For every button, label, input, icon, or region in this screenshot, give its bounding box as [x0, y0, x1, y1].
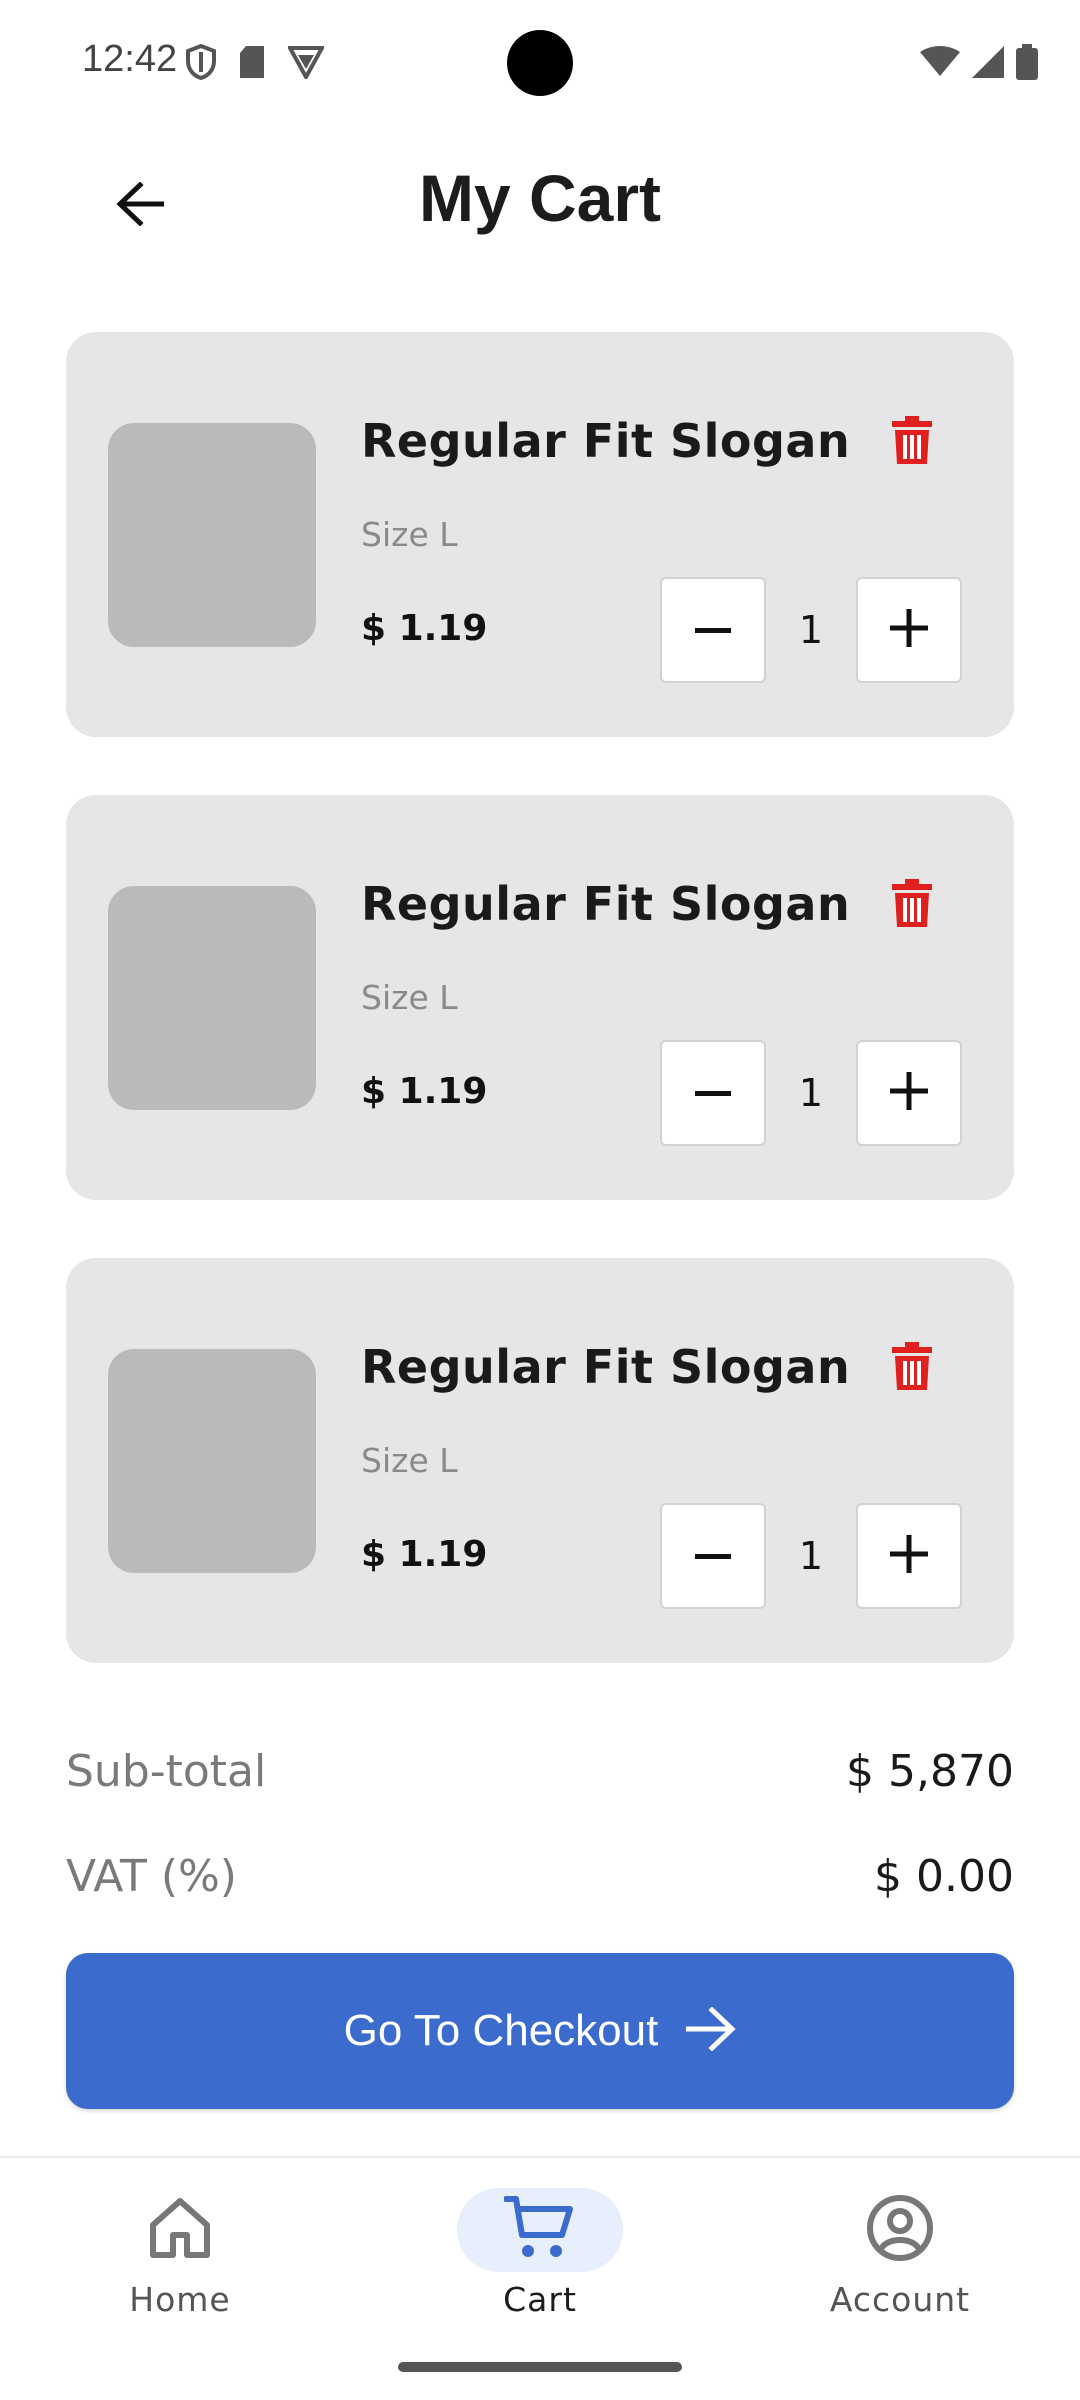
plus-icon [890, 608, 928, 652]
arrow-right-icon [685, 2005, 736, 2056]
minus-icon [695, 1547, 731, 1565]
nav-icon-wrap [457, 2188, 623, 2272]
product-thumbnail[interactable] [108, 423, 316, 647]
nav-icon-wrap [97, 2188, 263, 2272]
product-thumbnail[interactable] [108, 1349, 316, 1573]
increase-quantity-button[interactable] [856, 1503, 962, 1609]
nav-icon-wrap [817, 2188, 983, 2272]
product-name: Regular Fit Slogan [361, 1340, 851, 1394]
page-title: My Cart [418, 161, 662, 235]
quantity-stepper: 1 [660, 577, 962, 683]
home-icon [145, 2193, 215, 2268]
trash-icon [892, 878, 932, 932]
vat-label: VAT (%) [66, 1851, 237, 1902]
increase-quantity-button[interactable] [856, 577, 962, 683]
status-icons-right [920, 44, 1038, 85]
sd-card-icon [238, 45, 266, 84]
nav-item-account[interactable]: Account [790, 2188, 1010, 2319]
product-size: Size L [361, 515, 458, 554]
nav-item-home[interactable]: Home [70, 2188, 290, 2319]
trash-icon [892, 415, 932, 469]
product-price: $ 1.19 [361, 1534, 488, 1575]
product-price: $ 1.19 [361, 1071, 488, 1112]
cart-item-card: Regular Fit Slogan Size L $ 1.19 1 [66, 1258, 1014, 1663]
product-size: Size L [361, 1441, 458, 1480]
status-bar: 12:42 [0, 0, 1080, 128]
vpn-icon [286, 45, 326, 84]
cart-item-card: Regular Fit Slogan Size L $ 1.19 1 [66, 332, 1014, 737]
minus-icon [695, 621, 731, 639]
quantity-stepper: 1 [660, 1040, 962, 1146]
delete-item-button[interactable] [884, 414, 940, 470]
quantity-value: 1 [798, 1071, 824, 1115]
status-icons-left [186, 43, 326, 85]
cart-list: Regular Fit Slogan Size L $ 1.19 1 Regul… [66, 332, 1014, 1721]
decrease-quantity-button[interactable] [660, 1503, 766, 1609]
product-thumbnail[interactable] [108, 886, 316, 1110]
camera-cutout [507, 30, 573, 96]
delete-item-button[interactable] [884, 1340, 940, 1396]
product-size: Size L [361, 978, 458, 1017]
quantity-value: 1 [798, 1534, 824, 1578]
subtotal-row: Sub-total $ 5,870 [66, 1746, 1014, 1797]
nav-label-cart: Cart [503, 2280, 577, 2319]
vat-value: $ 0.00 [874, 1851, 1014, 1902]
home-indicator [398, 2362, 682, 2372]
vat-row: VAT (%) $ 0.00 [66, 1851, 1014, 1902]
delete-item-button[interactable] [884, 877, 940, 933]
quantity-stepper: 1 [660, 1503, 962, 1609]
decrease-quantity-button[interactable] [660, 1040, 766, 1146]
shield-icon [186, 43, 216, 85]
product-name: Regular Fit Slogan [361, 414, 851, 468]
product-name: Regular Fit Slogan [361, 877, 851, 931]
subtotal-label: Sub-total [66, 1746, 267, 1797]
subtotal-value: $ 5,870 [846, 1746, 1014, 1797]
plus-icon [890, 1534, 928, 1578]
trash-icon [892, 1341, 932, 1395]
nav-label-home: Home [129, 2280, 231, 2319]
cart-icon [503, 2195, 576, 2266]
status-time: 12:42 [82, 38, 178, 80]
product-price: $ 1.19 [361, 608, 488, 649]
nav-item-cart[interactable]: Cart [430, 2188, 650, 2319]
cart-item-card: Regular Fit Slogan Size L $ 1.19 1 [66, 795, 1014, 1200]
wifi-icon [920, 46, 960, 83]
minus-icon [695, 1084, 731, 1102]
battery-icon [1016, 44, 1038, 85]
decrease-quantity-button[interactable] [660, 577, 766, 683]
account-icon [865, 2193, 935, 2268]
quantity-value: 1 [798, 608, 824, 652]
checkout-label: Go To Checkout [343, 2006, 659, 2055]
checkout-button[interactable]: Go To Checkout [66, 1953, 1014, 2109]
plus-icon [890, 1071, 928, 1115]
increase-quantity-button[interactable] [856, 1040, 962, 1146]
signal-icon [972, 46, 1004, 83]
nav-label-account: Account [829, 2280, 971, 2319]
